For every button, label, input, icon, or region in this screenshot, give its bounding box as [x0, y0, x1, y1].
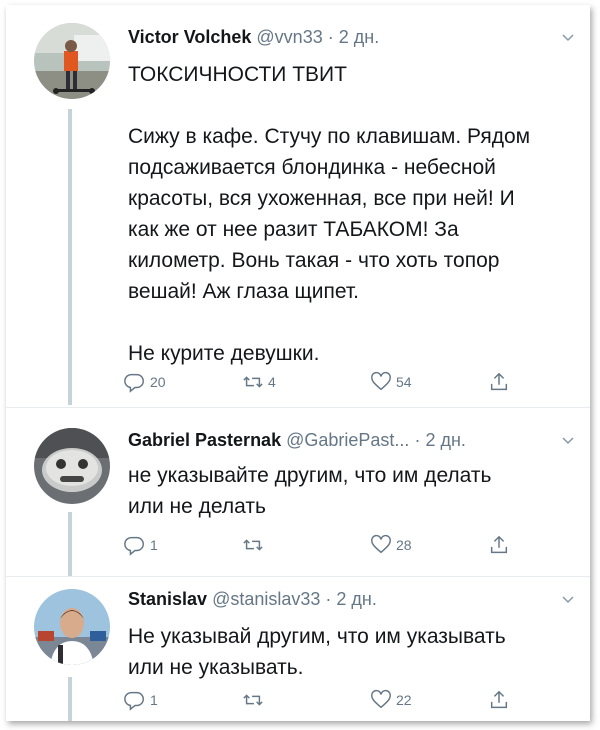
avatar[interactable] [34, 428, 110, 504]
tweet-line: или не указывать. [128, 656, 304, 679]
tweet-text: ТОКСИЧНОСТИ ТВИТ Сижу в кафе. Стучу по к… [128, 59, 568, 369]
tweet-line: вешай! Аж глаза щипет. [128, 280, 359, 303]
retweet-count: 4 [268, 374, 276, 390]
like-count: 22 [396, 692, 412, 708]
share-icon [490, 372, 508, 391]
tweet-line: ТОКСИЧНОСТИ ТВИТ [128, 63, 347, 86]
timestamp[interactable]: 2 дн. [425, 430, 465, 450]
tweet-line: Не указывай другим, что им указывать [128, 625, 506, 648]
thread-line [68, 109, 72, 405]
like-button[interactable]: 28 [370, 534, 412, 556]
author-name[interactable]: Stanislav [128, 589, 207, 609]
retweet-icon [243, 694, 263, 706]
share-button[interactable] [488, 689, 510, 711]
tweet-stanislav[interactable]: Stanislav @stanislav33 · 2 дн. Не указыв… [6, 577, 590, 721]
retweet-button[interactable]: 4 [242, 371, 276, 393]
tweet-line: красоты, вся ухоженная, все при ней! И [128, 187, 515, 210]
like-count: 54 [396, 374, 412, 390]
author-name[interactable]: Victor Volchek [128, 27, 251, 47]
chevron-down-icon[interactable] [560, 29, 576, 45]
thread-line [68, 512, 72, 576]
author-handle[interactable]: @GabriePast... [286, 430, 409, 450]
tweet-actions: 1 22 [124, 689, 524, 719]
tweet-line: как же от нее разит ТАБАКОМ! За [128, 218, 459, 241]
tweet-text: Не указывай другим, что им указывать или… [128, 621, 568, 683]
share-icon [490, 690, 508, 709]
reply-button[interactable]: 20 [124, 371, 166, 393]
like-button[interactable]: 22 [370, 689, 412, 711]
retweet-button[interactable] [242, 534, 268, 556]
reply-button[interactable]: 1 [124, 534, 158, 556]
share-button[interactable] [488, 534, 510, 556]
avatar[interactable] [34, 23, 110, 99]
reply-count: 1 [150, 692, 158, 708]
thread-line [68, 677, 72, 721]
tweet-line: Сижу в кафе. Стучу по клавишам. Рядом [128, 125, 531, 148]
author-handle[interactable]: @stanislav33 [212, 589, 320, 609]
reply-button[interactable]: 1 [124, 689, 158, 711]
tweet-actions: 20 4 54 [124, 371, 524, 401]
tweet-line: или не делать [128, 495, 266, 518]
share-button[interactable] [488, 371, 510, 393]
retweet-button[interactable] [242, 689, 268, 711]
heart-icon [371, 371, 391, 391]
tweet-header: Victor Volchek @vvn33 · 2 дн. [128, 27, 379, 48]
separator: · [414, 430, 421, 450]
retweet-icon [243, 539, 263, 551]
separator: · [327, 27, 334, 47]
tweet-header: Gabriel Pasternak @GabriePast... · 2 дн. [128, 430, 466, 451]
heart-icon [371, 534, 391, 554]
reply-count: 20 [150, 374, 166, 390]
reply-icon [124, 373, 144, 393]
tweet-header: Stanislav @stanislav33 · 2 дн. [128, 589, 377, 610]
like-count: 28 [396, 537, 412, 553]
tweet-text: не указывайте другим, что им делать или … [128, 460, 568, 522]
tweet-gabriel[interactable]: Gabriel Pasternak @GabriePast... · 2 дн.… [6, 408, 590, 576]
tweet-line: Не курите девушки. [128, 342, 320, 365]
tweet-actions: 1 28 [124, 534, 524, 564]
author-name[interactable]: Gabriel Pasternak [128, 430, 281, 450]
timestamp[interactable]: 2 дн. [339, 27, 379, 47]
separator: · [325, 589, 332, 609]
share-icon [490, 535, 508, 554]
tweet-line: километр. Вонь такая - что хоть топор [128, 249, 500, 272]
timestamp[interactable]: 2 дн. [336, 589, 376, 609]
reply-count: 1 [150, 537, 158, 553]
tweet-thread: Victor Volchek @vvn33 · 2 дн. ТОКСИЧНОСТ… [6, 5, 590, 721]
retweet-icon [243, 376, 263, 388]
tweet-line: не указывайте другим, что им делать [128, 464, 492, 487]
reply-icon [124, 536, 144, 556]
heart-icon [371, 689, 391, 709]
chevron-down-icon[interactable] [560, 432, 576, 448]
reply-icon [124, 691, 144, 711]
avatar[interactable] [34, 589, 110, 665]
tweet-victor[interactable]: Victor Volchek @vvn33 · 2 дн. ТОКСИЧНОСТ… [6, 5, 590, 405]
tweet-line: подсаживается блондинка - небесной [128, 156, 496, 179]
author-handle[interactable]: @vvn33 [256, 27, 322, 47]
chevron-down-icon[interactable] [560, 591, 576, 607]
like-button[interactable]: 54 [370, 371, 412, 393]
